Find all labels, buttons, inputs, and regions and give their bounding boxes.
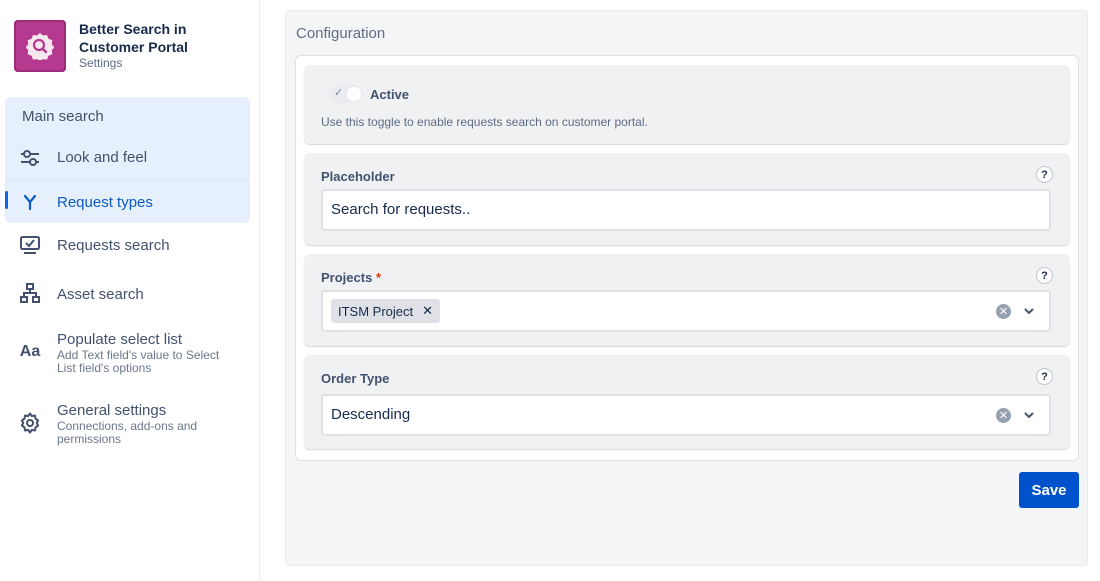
save-button[interactable]: Save [1019,472,1079,508]
active-card: ✓ Active Use this toggle to enable reque… [304,65,1070,144]
sidebar: Better Search in Customer Portal Setting… [0,0,260,581]
project-chip: ITSM Project ✕ [331,299,441,323]
gear-icon [18,411,42,435]
sidebar-item-description: Add Text field's value to Select List fi… [57,348,220,375]
page-title: Configuration [296,25,386,42]
sidebar-item-label: Populate select list [57,331,183,348]
active-label: Active [370,87,410,102]
nav-group-title: Main search [22,108,104,125]
placeholder-input-value: Search for requests.. [331,201,471,218]
active-description: Use this toggle to enable requests searc… [321,115,648,129]
app-title: Better Search in Customer Portal [79,21,188,55]
app-root: Better Search in Customer Portal Setting… [0,0,1100,581]
chip-label: ITSM Project [338,303,414,319]
projects-card: Projects * ? ITSM Project ✕ ✕ [304,254,1070,346]
projects-select[interactable]: ITSM Project ✕ ✕ [321,290,1051,332]
configuration-form: ✓ Active Use this toggle to enable reque… [295,55,1079,461]
configuration-panel: Configuration ✓ Active Use this toggle t… [285,10,1088,566]
clear-icon[interactable]: ✕ [996,408,1011,423]
sidebar-item-requests-search[interactable]: Requests search [0,233,245,259]
clear-icon[interactable]: ✕ [996,304,1011,319]
sidebar-item-asset-search[interactable]: Asset search [0,281,245,307]
sidebar-item-label: Requests search [57,237,170,254]
sidebar-item-label: Asset search [57,286,144,303]
projects-label: Projects * [321,270,381,285]
placeholder-label: Placeholder [321,169,395,184]
toggle-knob [347,87,361,101]
required-mark: * [375,270,381,285]
monitor-check-icon [18,233,42,257]
sidebar-item-look-and-feel[interactable]: Look and feel [0,146,245,172]
sidebar-item-label: Look and feel [57,149,148,166]
placeholder-input[interactable]: Search for requests.. [321,189,1051,231]
help-icon[interactable]: ? [1036,368,1053,385]
app-logo [14,20,66,72]
sidebar-item-label: General settings [57,402,167,419]
sidebar-item-general-settings[interactable]: General settings Connections, add-ons an… [0,401,245,449]
placeholder-card: Placeholder ? Search for requests.. [304,153,1070,245]
remove-chip-icon[interactable]: ✕ [422,303,433,319]
chevron-down-icon[interactable] [1021,303,1037,319]
order-type-label: Order Type [321,371,390,386]
order-type-select[interactable]: Descending ✕ [321,394,1051,436]
chevron-down-icon[interactable] [1021,407,1037,423]
order-type-card: Order Type ? Descending ✕ [304,355,1070,449]
app-subtitle: Settings [79,56,123,70]
help-icon[interactable]: ? [1036,267,1053,284]
fork-icon [18,190,42,214]
sliders-icon [18,146,42,170]
nav-divider [5,180,250,181]
brand-header: Better Search in Customer Portal Setting… [14,20,219,72]
hierarchy-icon [18,281,42,305]
search-badge-icon [26,33,54,60]
sidebar-item-description: Connections, add-ons and permissions [57,419,198,446]
sidebar-item-populate-select-list[interactable]: Aa Populate select list Add Text field's… [0,330,245,378]
order-type-value: Descending [331,406,411,423]
help-icon[interactable]: ? [1036,166,1053,183]
check-icon: ✓ [334,87,344,99]
text-aa-icon: Aa [19,343,41,360]
sidebar-item-request-types[interactable]: Request types [0,190,245,216]
sidebar-item-label: Request types [57,194,153,211]
active-toggle[interactable]: ✓ [329,85,363,103]
